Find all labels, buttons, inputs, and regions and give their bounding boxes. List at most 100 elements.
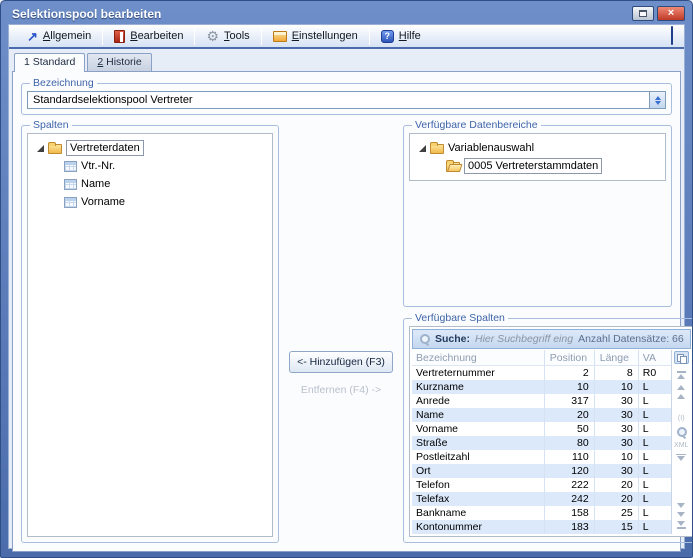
folder-icon (48, 144, 62, 154)
toolbar-item-einstellungen[interactable]: Einstellungen (264, 28, 367, 44)
search-input[interactable]: Hier Suchbegriff eing (475, 333, 573, 345)
tree-node-column[interactable]: Vtr.-Nr. (31, 157, 269, 175)
column-header-laenge[interactable]: Länge (595, 350, 639, 365)
cell-va: L (639, 394, 671, 408)
table-row[interactable]: Telefax 242 20 L (412, 492, 671, 506)
tree-node-label: Vorname (81, 196, 125, 208)
save-icon (671, 26, 673, 45)
cell-position: 2 (545, 366, 595, 380)
column-header-bezeichnung[interactable]: Bezeichnung (412, 350, 545, 365)
columns-databox: Suche: Hier Suchbegriff eing Anzahl Date… (409, 326, 693, 537)
tree-node-vertreterdaten[interactable]: Vertreterdaten (31, 139, 269, 157)
verfuegbare-spalten-group: Verfügbare Spalten Suche: Hier Suchbegri… (403, 312, 693, 543)
help-icon: ? (381, 30, 394, 43)
combobox-spinner-button[interactable] (649, 92, 665, 108)
table-row[interactable]: Kurzname 10 10 L (412, 380, 671, 394)
tree-node-label: Variablenauswahl (448, 142, 534, 154)
tree-node-datenbereich[interactable]: 0005 Vertreterstammdaten (413, 157, 662, 175)
settings-window-icon (273, 31, 287, 42)
datenbereiche-legend: Verfügbare Datenbereiche (412, 119, 541, 131)
toolbar-item-hilfe[interactable]: ? Hilfe (372, 28, 430, 45)
tree-expander-icon[interactable] (37, 145, 44, 152)
table-row[interactable]: Postleitzahl 110 10 L (412, 450, 671, 464)
move-up-icon (677, 385, 685, 390)
cell-laenge: 25 (595, 506, 639, 520)
table-row[interactable]: Telefon 222 20 L (412, 478, 671, 492)
open-folder-icon (446, 162, 460, 172)
grid-search-icon (676, 427, 687, 438)
toolbar-item-tools[interactable]: ⚙ Tools (197, 28, 258, 44)
right-column: Verfügbare Datenbereiche Variablenauswah… (403, 119, 672, 543)
tab-panel: Bezeichnung Standardselektionspool Vertr… (12, 71, 681, 552)
add-button[interactable]: <- Hinzufügen (F3) (289, 351, 393, 373)
cell-va: L (639, 492, 671, 506)
datenbereiche-group: Verfügbare Datenbereiche Variablenauswah… (403, 119, 672, 307)
cell-va: R0 (639, 366, 671, 380)
scroll-to-bottom-icon[interactable] (677, 521, 686, 530)
cell-va: L (639, 422, 671, 436)
close-button[interactable]: × (657, 6, 685, 21)
move-down-icon (677, 512, 685, 517)
bezeichnung-group: Bezeichnung Standardselektionspool Vertr… (21, 77, 672, 115)
column-header-va[interactable]: VA (639, 350, 671, 365)
save-button[interactable] (669, 25, 675, 47)
column-header-position[interactable]: Position (545, 350, 595, 365)
tab-standard[interactable]: 1 Standard (14, 53, 85, 72)
cell-bezeichnung: Kurzname (412, 380, 545, 394)
datenbereiche-tree[interactable]: Variablenauswahl 0005 Vertreterstammdate… (409, 133, 666, 181)
bezeichnung-value: Standardselektionspool Vertreter (28, 92, 649, 108)
table-header[interactable]: Bezeichnung Position Länge VA (412, 350, 671, 366)
spalten-tree[interactable]: Vertreterdaten Vtr.-Nr. Name (27, 133, 273, 537)
cell-position: 120 (545, 464, 595, 478)
table-row[interactable]: Straße 80 30 L (412, 436, 671, 450)
table-row[interactable]: Name 20 30 L (412, 408, 671, 422)
table-row[interactable]: Bankname 158 25 L (412, 506, 671, 520)
tree-node-column[interactable]: Name (31, 175, 269, 193)
tree-node-variablenauswahl[interactable]: Variablenauswahl (413, 139, 662, 157)
cell-laenge: 10 (595, 380, 639, 394)
main-toolbar: ↗ Allgemein Bearbeiten ⚙ Tools Einstellu… (9, 25, 684, 49)
table-column-icon (64, 179, 77, 190)
toolbar-separator (261, 28, 262, 45)
restore-button[interactable] (632, 6, 654, 21)
cell-laenge: 15 (595, 520, 639, 534)
copy-icon[interactable] (674, 351, 689, 364)
bezeichnung-legend: Bezeichnung (30, 77, 97, 89)
tree-expander-icon[interactable] (419, 145, 426, 152)
cell-laenge: 30 (595, 408, 639, 422)
cell-laenge: 8 (595, 366, 639, 380)
cell-position: 183 (545, 520, 595, 534)
toolbar-item-label: Einstellungen (292, 30, 358, 42)
scroll-to-top-icon[interactable] (677, 370, 686, 379)
cell-bezeichnung: Telefon (412, 478, 545, 492)
toolbar-separator (194, 28, 195, 45)
filter-icon (676, 454, 686, 461)
cell-position: 242 (545, 492, 595, 506)
cell-laenge: 30 (595, 436, 639, 450)
tree-node-column[interactable]: Vorname (31, 193, 269, 211)
dialog-window: Selektionspool bearbeiten × ↗ Allgemein … (0, 0, 693, 558)
toolbar-item-bearbeiten[interactable]: Bearbeiten (105, 28, 192, 45)
cell-va: L (639, 450, 671, 464)
columns-table[interactable]: Bezeichnung Position Länge VA (412, 350, 671, 534)
cell-bezeichnung: Telefax (412, 492, 545, 506)
table-row[interactable]: Anrede 317 30 L (412, 394, 671, 408)
cell-position: 317 (545, 394, 595, 408)
table-row[interactable]: Ort 120 30 L (412, 464, 671, 478)
bezeichnung-combobox[interactable]: Standardselektionspool Vertreter (27, 91, 666, 109)
table-row[interactable]: Vertreternummer 2 8 R0 (412, 366, 671, 380)
transfer-buttons: <- Hinzufügen (F3) Entfernen (F4) -> (285, 119, 397, 543)
tree-node-label: Vtr.-Nr. (81, 160, 115, 172)
cell-position: 110 (545, 450, 595, 464)
cell-position: 80 (545, 436, 595, 450)
titlebar: Selektionspool bearbeiten × (1, 1, 692, 24)
tab-historie[interactable]: 2 Historie (87, 53, 151, 71)
table-row[interactable]: Kontonummer 183 15 L (412, 520, 671, 534)
toolbar-item-allgemein[interactable]: ↗ Allgemein (18, 28, 100, 44)
cell-va: L (639, 506, 671, 520)
cell-bezeichnung: Kontonummer (412, 520, 545, 534)
cell-va: L (639, 464, 671, 478)
table-row[interactable]: Vorname 50 30 L (412, 422, 671, 436)
search-bar[interactable]: Suche: Hier Suchbegriff eing Anzahl Date… (412, 329, 691, 349)
tree-node-label: Vertreterdaten (66, 140, 144, 156)
